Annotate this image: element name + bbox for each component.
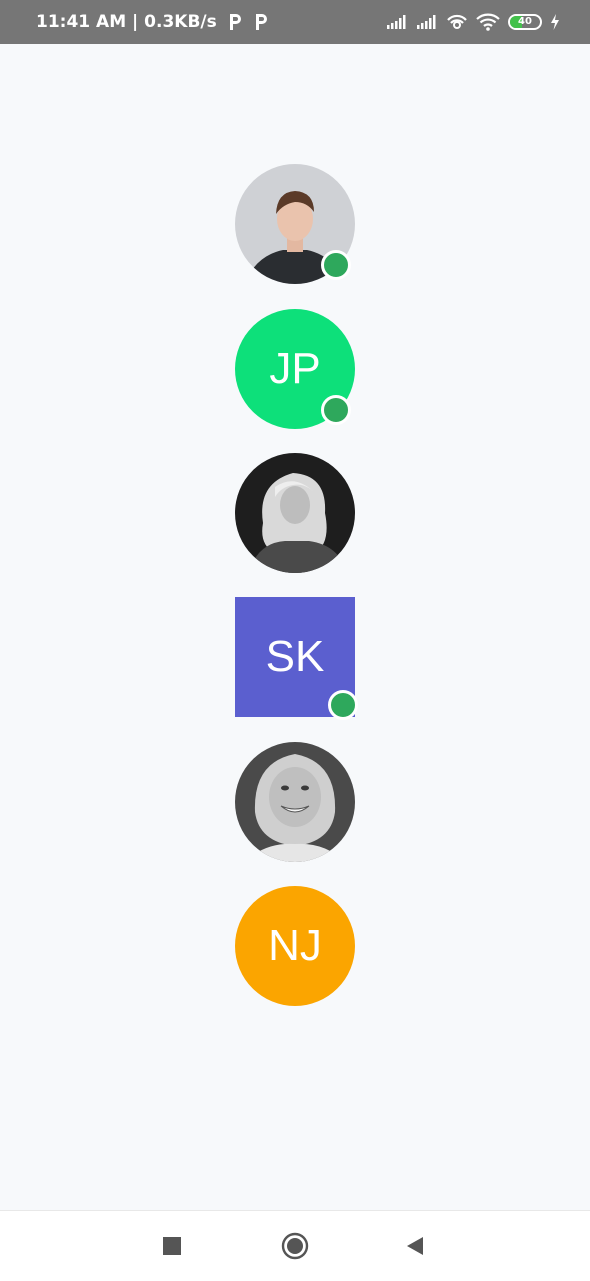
charging-icon	[551, 14, 559, 30]
status-bar: 11:41 AM | 0.3KB/s 40	[0, 0, 590, 44]
p-app-icon	[255, 14, 267, 30]
online-status-dot	[321, 250, 351, 280]
battery-icon: 40	[508, 14, 542, 30]
avatar-initials: JP	[269, 344, 321, 393]
online-status-dot	[328, 690, 358, 720]
status-left: 11:41 AM | 0.3KB/s	[36, 0, 269, 44]
avatar-woman-blonde-photo[interactable]	[235, 453, 355, 573]
avatar-initials-bg: NJ	[235, 886, 355, 1006]
avatar-initials: NJ	[268, 921, 322, 970]
avatar-initials-nj[interactable]: NJ	[235, 886, 355, 1006]
status-right: 40	[386, 0, 560, 44]
online-status-dot	[321, 395, 351, 425]
avatar-photo	[235, 453, 355, 573]
battery-level: 40	[518, 16, 532, 27]
avatar-photo	[235, 742, 355, 862]
hotspot-icon	[447, 14, 467, 29]
home-circle-icon	[281, 1232, 309, 1260]
wifi-icon	[476, 13, 500, 31]
signal-icon	[387, 15, 406, 29]
recents-button[interactable]	[142, 1211, 202, 1281]
avatar-initials-jp[interactable]: JP	[235, 309, 355, 429]
p-app-icon	[229, 14, 241, 30]
home-button[interactable]	[265, 1211, 325, 1281]
status-time-speed: 11:41 AM | 0.3KB/s	[36, 12, 217, 32]
woman-smiling-portrait-image	[235, 742, 355, 862]
signal-icon	[417, 15, 436, 29]
avatar-woman-smiling-photo[interactable]	[235, 742, 355, 862]
back-button[interactable]	[385, 1211, 445, 1281]
recents-square-icon	[163, 1237, 181, 1255]
avatar-initials: SK	[265, 632, 325, 681]
back-triangle-icon	[407, 1237, 423, 1255]
avatar-man-photo[interactable]	[235, 164, 355, 284]
woman-blonde-portrait-image	[235, 453, 355, 573]
navigation-bar	[0, 1210, 590, 1281]
avatar-initials-sk[interactable]: SK	[235, 597, 358, 720]
